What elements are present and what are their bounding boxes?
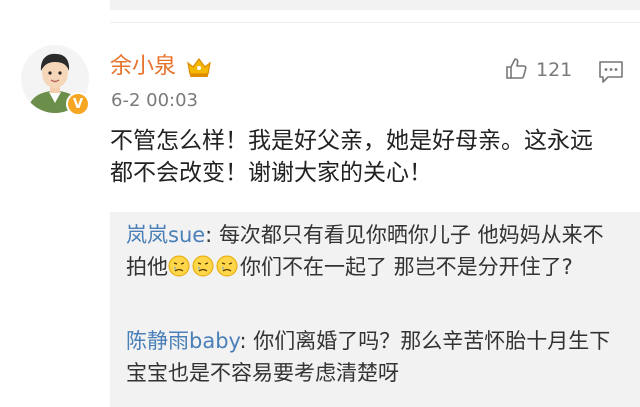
reply-item[interactable]: 岚岚sue: 每次都只有看见你晒你儿子 他妈妈从来不拍他 你们不在一起了 那岂不是… [126,219,616,283]
thumbs-up-icon [504,56,528,84]
reply-separator: : [239,329,254,353]
comment-timestamp: 6-2 00:03 [111,90,198,111]
sad-face-icon [216,254,238,277]
reply-item[interactable]: 陈静雨baby: 你们离婚了吗？那么辛苦怀胎十月生下宝宝也是不容易要考虑清楚呀 [126,325,616,389]
like-button[interactable]: 121 [504,56,572,84]
comment-icon[interactable] [598,60,624,88]
like-count: 121 [536,59,573,81]
reply-text: 你们不在一起了 那岂不是分开住了? [240,255,573,279]
reply-username[interactable]: 岚岚sue [126,223,205,247]
sad-face-icon [168,254,190,277]
reply-username[interactable]: 陈静雨baby [126,329,239,353]
divider [110,22,640,23]
reply-separator: : [205,223,219,247]
comment-username[interactable]: 余小泉 [110,53,176,81]
verified-badge: V [66,92,90,116]
previous-reply-box [110,0,640,10]
sad-face-icon [192,254,214,277]
comment-text: 不管怎么样！我是好父亲，她是好母亲。这永远都不会改变！谢谢大家的关心！ [110,128,593,186]
crown-icon [186,56,212,82]
